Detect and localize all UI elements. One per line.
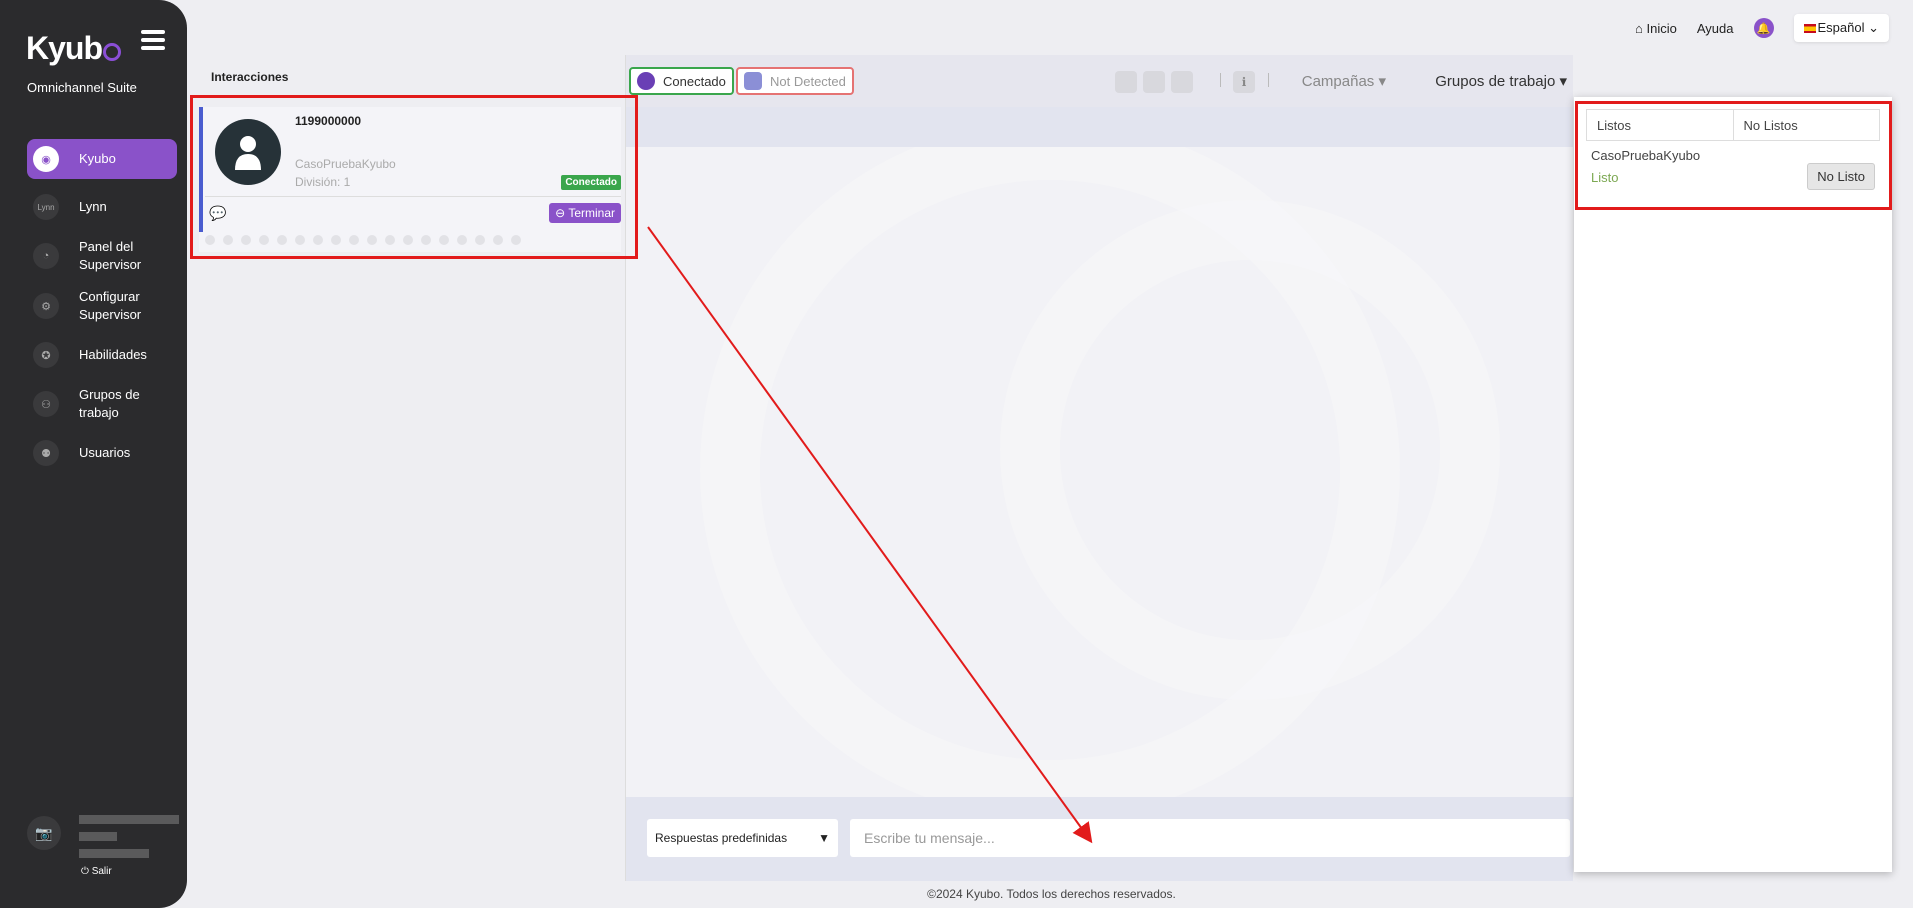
connected-pill[interactable]: Conectado: [629, 67, 734, 95]
user-check-icon[interactable]: [1115, 71, 1137, 93]
sidebar-item-label: Kyubo: [79, 151, 116, 166]
user-block: 📷 ⏻ Salir: [27, 815, 179, 877]
sidebar-item-label: Panel del Supervisor: [79, 239, 142, 272]
workgroups-panel: Listos No Listos CasoPruebaKyubo Listo N…: [1574, 97, 1892, 872]
group-icon[interactable]: [1171, 71, 1193, 93]
home-link[interactable]: ⌂ Inicio: [1635, 21, 1677, 36]
workgroups-label: Grupos de trabajo: [1435, 73, 1556, 90]
camera-icon[interactable]: 📷: [27, 816, 61, 850]
teams-icon: [744, 72, 762, 90]
predefined-label: Respuestas predefinidas: [655, 831, 788, 845]
campaigns-dropdown[interactable]: Campañas ▾: [1302, 72, 1386, 90]
lynn-icon: Lynn: [33, 194, 59, 220]
bell-icon[interactable]: 🔔: [1753, 18, 1774, 38]
kyubo-logo: Kyub: [26, 30, 121, 67]
sidebar-item-grupos-de-trabajo[interactable]: ⚇ Grupos de trabajo: [27, 383, 177, 425]
not-detected-pill[interactable]: Not Detected: [736, 67, 854, 95]
toolbar-icons: [1115, 71, 1193, 93]
chat-header-strip: [626, 107, 1573, 147]
sidebar-item-label: Usuarios: [79, 445, 131, 460]
language-label: Español: [1817, 20, 1865, 35]
award-icon: ✪: [33, 342, 59, 368]
sidebar: Kyub Omnichannel Suite ◉ Kyubo Lynn Lynn…: [0, 0, 187, 908]
predefined-responses-select[interactable]: Respuestas predefinidas ▼: [647, 819, 838, 857]
top-bar: ⌂ Inicio Ayuda 🔔 Español ⌄: [1635, 14, 1889, 42]
chat-area: Conectado Not Detected ℹ Campañas ▾ Grup…: [625, 55, 1573, 881]
footer: ©2024 Kyubo. Todos los derechos reservad…: [927, 887, 1176, 901]
chat-toolbar: Conectado Not Detected ℹ Campañas ▾ Grup…: [626, 55, 1573, 107]
divider: [1268, 73, 1269, 87]
sidebar-item-label: Habilidades: [79, 347, 147, 362]
annotation-box-card: [190, 95, 638, 259]
logout-label: Salir: [91, 866, 112, 877]
sidebar-item-label: Lynn: [79, 199, 107, 214]
sidebar-item-label: Grupos de trabajo: [79, 387, 140, 420]
kyubo-icon: [637, 72, 655, 90]
spain-flag-icon: [1803, 24, 1816, 33]
workgroups-dropdown[interactable]: Grupos de trabajo ▾: [1435, 72, 1567, 90]
annotation-box-workgroups: [1575, 101, 1892, 210]
not-detected-label: Not Detected: [770, 73, 846, 89]
user-info-redacted: [79, 815, 179, 866]
hamburger-menu-icon[interactable]: [141, 30, 165, 50]
kyubo-icon: ◉: [33, 146, 59, 172]
sidebar-item-lynn[interactable]: Lynn Lynn: [27, 187, 177, 227]
interactions-title: Interacciones: [211, 70, 289, 84]
sidebar-item-habilidades[interactable]: ✪ Habilidades: [27, 335, 177, 375]
sidebar-item-label: Configurar Supervisor: [79, 289, 142, 322]
sidebar-nav: ◉ Kyubo Lynn Lynn ◔ Panel del Supervisor…: [27, 139, 177, 481]
caret-down-icon: ▼: [818, 831, 830, 845]
language-selector[interactable]: Español ⌄: [1793, 14, 1889, 42]
divider: [1220, 73, 1221, 87]
sidebar-item-configurar-supervisor[interactable]: ⚙ Configurar Supervisor: [27, 285, 177, 327]
help-link[interactable]: Ayuda: [1697, 21, 1734, 36]
message-input[interactable]: [850, 819, 1570, 857]
sidebar-item-usuarios[interactable]: ⚉ Usuarios: [27, 433, 177, 473]
chat-composer: Respuestas predefinidas ▼: [626, 797, 1573, 881]
sidebar-item-panel-supervisor[interactable]: ◔ Panel del Supervisor: [27, 235, 177, 277]
home-label: Inicio: [1646, 20, 1677, 36]
group-icon: ⚇: [33, 391, 59, 417]
campaigns-label: Campañas: [1301, 73, 1375, 90]
users-icon: ⚉: [33, 440, 59, 466]
suite-label: Omnichannel Suite: [27, 80, 137, 95]
connected-label: Conectado: [663, 73, 726, 89]
logout-button[interactable]: ⏻ Salir: [81, 866, 112, 877]
info-icon[interactable]: ℹ: [1233, 71, 1255, 93]
sidebar-item-kyubo[interactable]: ◉ Kyubo: [27, 139, 177, 179]
gauge-icon: ◔: [33, 243, 59, 269]
users-icon[interactable]: [1143, 71, 1165, 93]
user-gear-icon: ⚙: [33, 293, 59, 319]
